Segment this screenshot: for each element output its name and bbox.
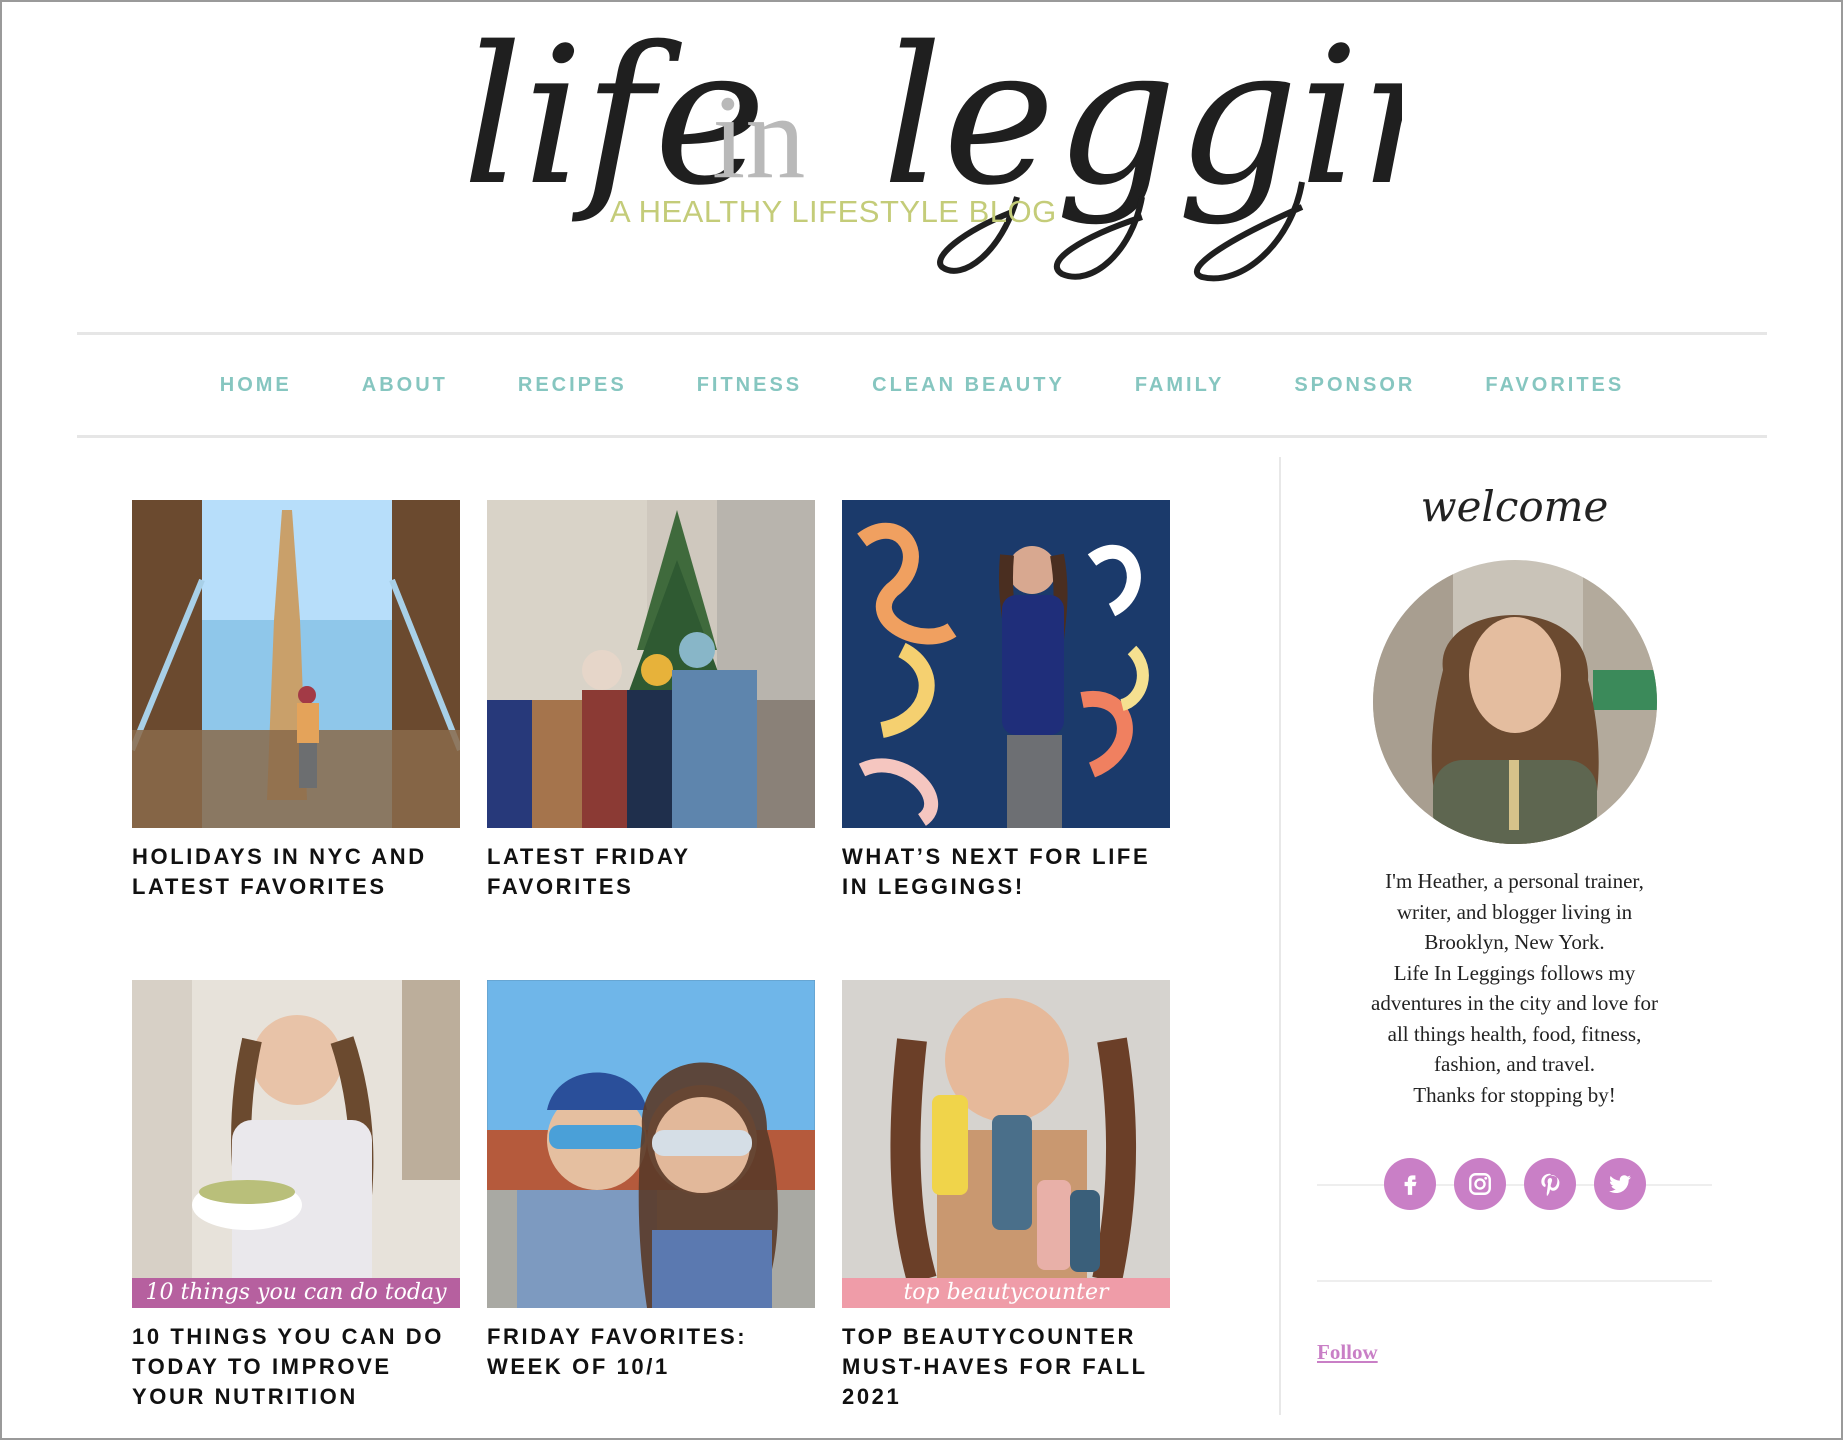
follow-link[interactable]: Follow	[1317, 1340, 1378, 1364]
post-title[interactable]: WHAT’S NEXT FOR LIFE IN LEGGINGS!	[842, 842, 1170, 902]
post-card: FRIDAY FAVORITES: WEEK OF 10/1	[487, 980, 815, 1382]
post-title[interactable]: 10 THINGS YOU CAN DO TODAY TO IMPROVE YO…	[132, 1322, 460, 1412]
post-title[interactable]: HOLIDAYS IN NYC AND LATEST FAVORITES	[132, 842, 460, 902]
thumbnail-banner: 10 things you can do today	[132, 1278, 460, 1308]
logo-tagline: A HEALTHY LIFESTYLE BLOG	[610, 194, 1057, 229]
nav-item-recipes[interactable]: RECIPES	[483, 374, 662, 397]
nav-item-family[interactable]: FAMILY	[1100, 374, 1260, 397]
post-card: 10 things you can do today 10 THINGS YOU…	[132, 980, 460, 1412]
post-card: HOLIDAYS IN NYC AND LATEST FAVORITES	[132, 500, 460, 902]
author-bio: I'm Heather, a personal trainer, writer,…	[1317, 866, 1712, 1110]
bio-line: Thanks for stopping by!	[1413, 1082, 1616, 1107]
nav-item-clean-beauty[interactable]: CLEAN BEAUTY	[837, 374, 1100, 397]
post-title[interactable]: FRIDAY FAVORITES: WEEK OF 10/1	[487, 1322, 815, 1382]
twitter-icon[interactable]	[1593, 1158, 1646, 1210]
thumbnail-banner: top beautycounter	[842, 1278, 1170, 1308]
nav-item-fitness[interactable]: FITNESS	[662, 374, 837, 397]
nav-item-home[interactable]: HOME	[185, 374, 327, 397]
instagram-icon[interactable]	[1453, 1158, 1506, 1210]
post-thumbnail[interactable]: 10 things you can do today	[132, 980, 460, 1308]
post-card: top beautycounter TOP BEAUTYCOUNTER MUST…	[842, 980, 1170, 1412]
post-title[interactable]: LATEST FRIDAY FAVORITES	[487, 842, 815, 902]
post-card: LATEST FRIDAY FAVORITES	[487, 500, 815, 902]
bio-line: I'm Heather, a personal trainer,	[1385, 869, 1644, 893]
bio-line: fashion, and travel.	[1434, 1052, 1595, 1076]
bio-line: Life In Leggings follows my	[1393, 960, 1636, 985]
author-avatar	[1372, 560, 1657, 844]
post-thumbnail[interactable]	[487, 980, 815, 1308]
bio-line: Brooklyn, New York.	[1424, 930, 1605, 954]
post-thumbnail[interactable]	[132, 500, 460, 828]
bio-line: all things health, food, fitness,	[1387, 1021, 1642, 1046]
logo-artwork: life in leggings	[462, 12, 1402, 282]
nav-item-about[interactable]: ABOUT	[327, 374, 483, 397]
social-links	[1317, 1158, 1712, 1210]
site-logo[interactable]: life in leggings A HEALTHY LIFESTYLE BLO…	[442, 12, 1402, 312]
bio-line: writer, and blogger living in	[1396, 899, 1633, 924]
post-thumbnail[interactable]	[487, 500, 815, 828]
main-nav: HOME ABOUT RECIPES FITNESS CLEAN BEAUTY …	[77, 332, 1767, 438]
nav-item-favorites[interactable]: FAVORITES	[1450, 374, 1659, 397]
nav-item-sponsor[interactable]: SPONSOR	[1259, 374, 1450, 397]
post-card: WHAT’S NEXT FOR LIFE IN LEGGINGS!	[842, 500, 1170, 902]
sidebar: welcome I'm Heather, a personal trainer,…	[1317, 472, 1712, 1365]
pinterest-icon[interactable]	[1523, 1158, 1576, 1210]
facebook-icon[interactable]	[1383, 1158, 1436, 1210]
sidebar-divider	[1279, 457, 1281, 1415]
logo-word-in: in	[712, 70, 805, 203]
sidebar-welcome-heading: welcome	[1420, 482, 1609, 531]
post-thumbnail[interactable]: top beautycounter	[842, 980, 1170, 1308]
sidebar-separator	[1317, 1280, 1712, 1282]
post-thumbnail[interactable]	[842, 500, 1170, 828]
bio-line: adventures in the city and love for	[1371, 991, 1658, 1015]
post-title[interactable]: TOP BEAUTYCOUNTER MUST-HAVES FOR FALL 20…	[842, 1322, 1170, 1412]
